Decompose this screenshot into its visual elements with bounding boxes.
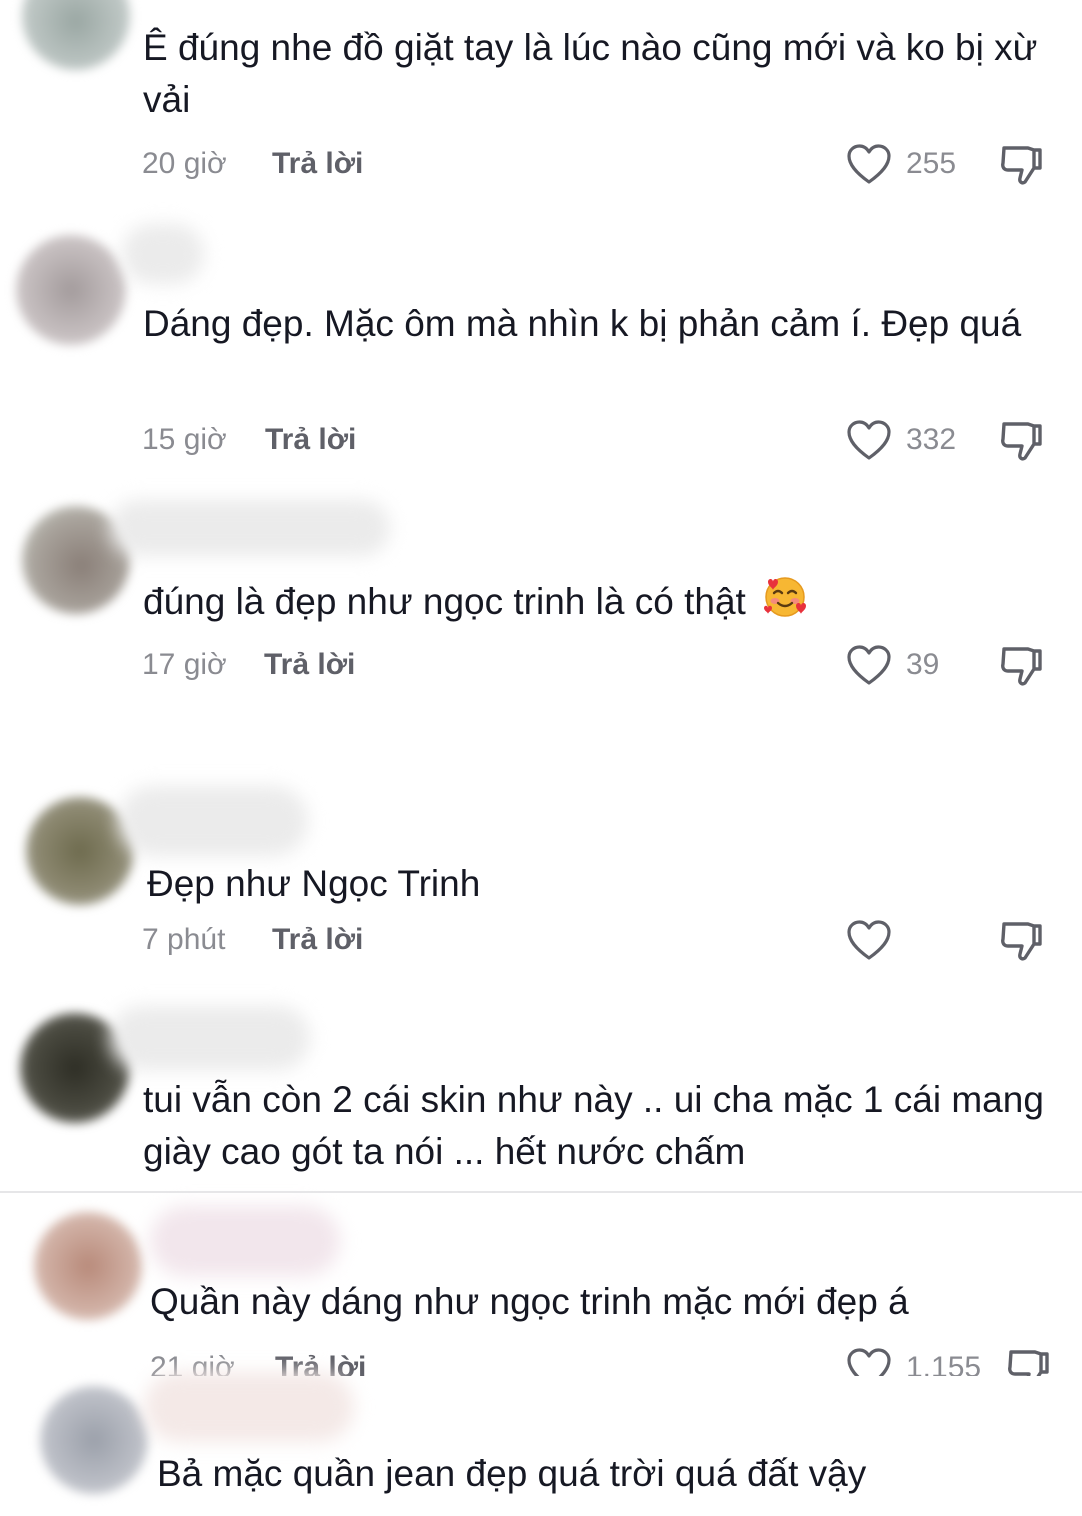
avatar[interactable] xyxy=(22,0,130,70)
thumbs-down-icon xyxy=(1008,1350,1049,1376)
meta-row-clipped: 21 giờ Trả lời 1.155 xyxy=(0,1348,1082,1376)
thumbs-down-icon xyxy=(1001,647,1042,686)
reply-button[interactable]: Trả lời xyxy=(265,422,356,458)
heart-outline-icon xyxy=(847,645,891,685)
comment-text: Ê đúng nhe đồ giặt tay là lúc nào cũng m… xyxy=(143,27,1038,120)
thumbs-down-icon xyxy=(1001,922,1042,961)
smiling-face-with-hearts-emoji xyxy=(764,577,807,617)
dislike-button[interactable] xyxy=(998,416,1046,464)
reply-button[interactable]: Trả lời xyxy=(264,647,355,683)
section-divider xyxy=(0,1191,1082,1193)
reply-button[interactable]: Trả lời xyxy=(272,922,363,958)
thumbs-down-icon xyxy=(1001,422,1042,461)
heart-outline-icon xyxy=(847,144,891,184)
comment-text: Quần này dáng như ngọc trinh mặc mới đẹp… xyxy=(150,1281,909,1322)
like-button[interactable]: 1.155 xyxy=(846,1348,981,1376)
reply-button[interactable]: Trả lời xyxy=(272,146,363,182)
avatar[interactable] xyxy=(34,1212,142,1320)
comment-text: Bả mặc quần jean đẹp quá trời quá đất vậ… xyxy=(157,1453,867,1494)
comment-text: Đẹp như Ngọc Trinh xyxy=(147,863,481,904)
like-count: 39 xyxy=(906,648,940,681)
avatar[interactable] xyxy=(40,1386,148,1494)
comment-text: tui vẫn còn 2 cái skin như này .. ui cha… xyxy=(143,1079,1044,1172)
like-count: 1.155 xyxy=(906,1351,982,1376)
like-button[interactable]: 39 xyxy=(846,640,939,690)
comment-text-body: đúng là đẹp như ngọc trinh là có thật xyxy=(143,581,746,622)
comment-time: 20 giờ xyxy=(142,147,227,180)
like-button[interactable]: 255 xyxy=(846,139,956,189)
like-count: 255 xyxy=(906,147,957,180)
like-button[interactable]: 332 xyxy=(846,415,956,465)
avatar[interactable] xyxy=(16,235,126,345)
username-blurred[interactable] xyxy=(110,1006,310,1070)
dislike-button[interactable] xyxy=(998,140,1046,188)
heart-outline-icon xyxy=(847,420,891,460)
comment-time: 17 giờ xyxy=(142,648,227,681)
comment-text: Dáng đẹp. Mặc ôm mà nhìn k bị phản cảm í… xyxy=(143,303,1022,344)
like-count: 332 xyxy=(906,423,957,456)
comment-text: đúng là đẹp như ngọc trinh là có thật xyxy=(143,574,1063,628)
comment-time: 15 giờ xyxy=(142,423,227,456)
thumbs-down-icon xyxy=(1001,146,1042,185)
username-blurred[interactable] xyxy=(122,224,204,284)
dislike-button[interactable] xyxy=(998,641,1046,689)
username-blurred[interactable] xyxy=(144,1372,354,1442)
dislike-button[interactable] xyxy=(1005,1348,1053,1376)
comment-time: 7 phút xyxy=(142,923,226,956)
heart-outline-icon xyxy=(847,1348,891,1376)
dislike-button[interactable] xyxy=(998,916,1046,964)
username-blurred[interactable] xyxy=(150,1206,340,1276)
like-button[interactable] xyxy=(846,915,906,965)
heart-outline-icon xyxy=(847,920,891,960)
username-blurred[interactable] xyxy=(110,500,390,556)
username-blurred[interactable] xyxy=(118,786,308,856)
